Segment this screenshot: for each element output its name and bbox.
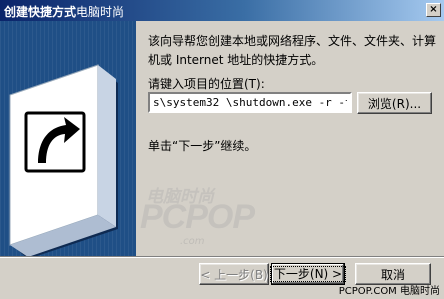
footer-site: PCPOP.COM xyxy=(338,286,397,297)
close-icon[interactable]: × xyxy=(426,3,441,17)
footer-brand: 电脑时尚 xyxy=(400,286,440,297)
box-side-face xyxy=(98,65,116,227)
back-button[interactable]: < 上一步(B) xyxy=(199,263,269,285)
next-instruction: 单击“下一步”继续。 xyxy=(148,139,257,153)
window-title-suffix: 电脑时尚 xyxy=(76,5,125,19)
close-glyph: × xyxy=(429,4,438,15)
wizard-graphic-panel xyxy=(0,21,136,256)
shortcut-arrow-icon xyxy=(9,64,118,256)
next-button-label: 下一步(N) > xyxy=(269,266,347,282)
watermark-en: PCPOP xyxy=(140,198,255,236)
watermark: 电脑时尚 PCPOP .com xyxy=(140,182,255,254)
arrow-frame xyxy=(24,111,86,173)
window-title-text: 创建快捷方式 xyxy=(4,5,77,19)
location-label: 请键入项目的位置(T): xyxy=(148,77,265,91)
wizard-description: 该向导帮您创建本地或网络程序、文件、文件夹、计算机或 Internet 地址的快… xyxy=(148,34,437,67)
button-separator xyxy=(0,256,444,258)
title-bar[interactable]: 创建快捷方式电脑时尚 × xyxy=(0,0,444,21)
next-button[interactable]: 下一步(N) > xyxy=(269,263,347,285)
watermark-domain: .com xyxy=(180,236,205,247)
location-input[interactable] xyxy=(148,92,352,113)
window-title: 创建快捷方式电脑时尚 xyxy=(4,3,124,20)
create-shortcut-dialog: 创建快捷方式电脑时尚 × 该向导帮您创建本地或网络程序、文件、文件夹、计算机或 … xyxy=(0,0,444,299)
browse-button[interactable]: 浏览(R)... xyxy=(357,92,432,114)
footer-credit: PCPOP.COM 电脑时尚 xyxy=(339,282,440,297)
